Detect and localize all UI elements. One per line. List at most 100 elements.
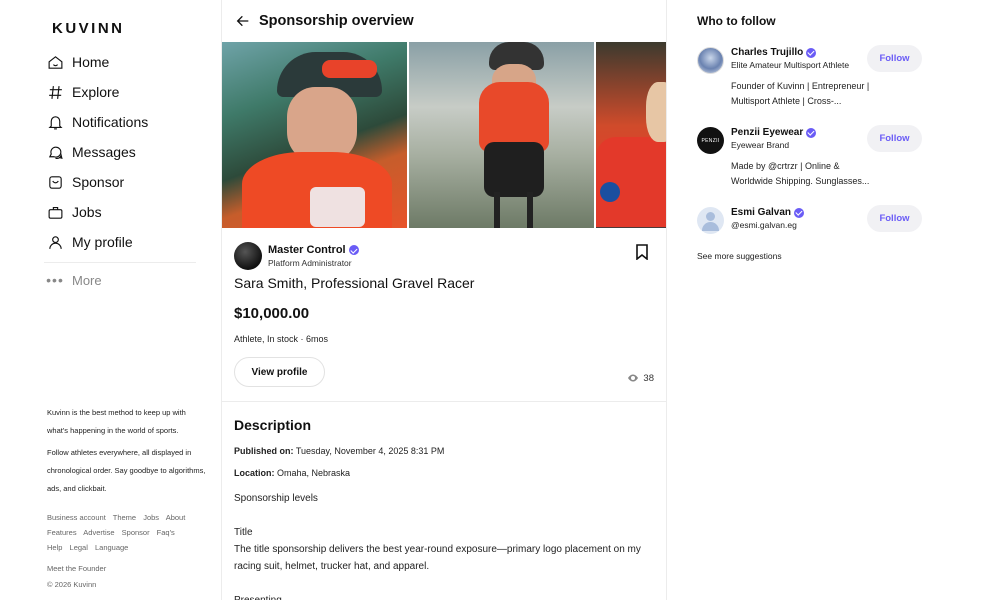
avatar[interactable]: [234, 242, 262, 270]
footer-extra: Meet the Founder © 2026 Kuvinn: [47, 561, 106, 593]
view-count-value: 38: [643, 372, 654, 384]
footer-link-language[interactable]: Language: [95, 543, 128, 552]
avatar[interactable]: PENZII: [697, 127, 724, 154]
home-icon: [44, 51, 66, 73]
top-bar: Sponsorship overview: [222, 0, 666, 42]
suggestion-name[interactable]: Charles Trujillo: [731, 47, 803, 58]
suggestion-name[interactable]: Penzii Eyewear: [731, 127, 803, 138]
avatar[interactable]: [697, 207, 724, 234]
about-text: Kuvinn is the best method to keep up wit…: [47, 404, 207, 502]
more-dots-icon: •••: [46, 272, 64, 288]
listing-meta: Athlete, In stock · 6mos: [234, 334, 329, 344]
see-more-suggestions-link[interactable]: See more suggestions: [697, 251, 782, 261]
follow-button[interactable]: Follow: [867, 45, 922, 72]
nav-label-home: Home: [72, 54, 110, 70]
view-count: 38: [627, 373, 654, 384]
verified-badge-icon: [806, 47, 817, 58]
suggestion-subtitle: @esmi.galvan.eg: [731, 220, 797, 230]
photo-gallery[interactable]: [222, 42, 666, 228]
poster-name-row: Master Control: [268, 244, 359, 256]
nav-item-jobs[interactable]: Jobs: [44, 197, 196, 227]
view-profile-button[interactable]: View profile: [234, 357, 325, 387]
footer-link-jobs[interactable]: Jobs: [143, 513, 159, 522]
listing-title: Sara Smith, Professional Gravel Racer: [234, 275, 475, 291]
bookmark-icon[interactable]: [635, 244, 649, 261]
nav-item-notifications[interactable]: Notifications: [44, 107, 196, 137]
sponsor-icon: [44, 171, 66, 193]
gallery-photo-3[interactable]: [596, 42, 666, 228]
nav-label-notifications: Notifications: [72, 114, 149, 130]
nav-item-my-profile[interactable]: My profile: [44, 227, 196, 257]
footer-link-sponsor[interactable]: Sponsor: [122, 528, 150, 537]
nav-label-more: More: [72, 272, 102, 288]
poster-info: Master Control Platform Administrator: [268, 244, 359, 268]
sponsorship-levels: Sponsorship levels: [234, 493, 318, 504]
briefcase-icon: [44, 201, 66, 223]
nav-item-explore[interactable]: Explore: [44, 77, 196, 107]
eye-icon: [628, 374, 639, 382]
bell-icon: [44, 111, 66, 133]
footer-link-business-account[interactable]: Business account: [47, 513, 106, 522]
footer-link-about[interactable]: About: [166, 513, 186, 522]
footer-link-help[interactable]: Help: [47, 543, 62, 552]
nav-label-messages: Messages: [72, 144, 136, 160]
suggestion-bio: Made by @crtrzr | Online & Worldwide Shi…: [731, 161, 870, 186]
left-sidebar: KUVINN Home Explore Notifications Messag…: [0, 0, 222, 600]
verified-badge-icon: [348, 245, 359, 255]
suggestion-name-row: Charles Trujillo: [731, 47, 881, 58]
poster-role: Platform Administrator: [268, 258, 352, 268]
nav-item-sponsor[interactable]: Sponsor: [44, 167, 196, 197]
follow-button[interactable]: Follow: [867, 205, 922, 232]
suggestion-name-row: Esmi Galvan: [731, 207, 881, 218]
suggestion-charles-trujillo: Charles Trujillo Elite Amateur Multispor…: [697, 45, 927, 117]
suggestion-penzii-eyewear: PENZII Penzii Eyewear Eyewear Brand Made…: [697, 125, 927, 197]
main-nav: Home Explore Notifications Messages Spon…: [44, 47, 196, 295]
nav-label-my-profile: My profile: [72, 234, 133, 250]
verified-badge-icon: [794, 207, 805, 218]
nav-label-sponsor: Sponsor: [72, 174, 125, 190]
suggestion-name[interactable]: Esmi Galvan: [731, 207, 791, 218]
avatar[interactable]: [697, 47, 724, 74]
price: $10,000.00: [234, 305, 310, 322]
tier-title: Title: [234, 527, 253, 538]
action-row: View profile 38: [222, 348, 666, 390]
user-icon: [44, 231, 66, 253]
kuvinn-logo[interactable]: KUVINN: [52, 20, 125, 37]
location-row: Location: Omaha, Nebraska: [234, 468, 654, 478]
tier-title-description: The title sponsorship delivers the best …: [234, 544, 641, 572]
suggestion-subtitle: Elite Amateur Multisport Athlete: [731, 60, 850, 70]
location-value: Omaha, Nebraska: [277, 468, 351, 478]
back-arrow-icon[interactable]: [235, 13, 251, 29]
footer-link-theme[interactable]: Theme: [113, 513, 136, 522]
gallery-photo-1[interactable]: [222, 42, 407, 228]
published-label: Published on:: [234, 446, 294, 456]
description-heading: Description: [234, 417, 312, 433]
nav-divider: [44, 262, 196, 263]
location-label: Location:: [234, 468, 275, 478]
suggestion-info: Penzii Eyewear Eyewear Brand Made by @cr…: [731, 127, 881, 189]
meet-founder-link[interactable]: Meet the Founder: [47, 561, 106, 577]
poster-name[interactable]: Master Control: [268, 244, 346, 256]
footer-link-faqs[interactable]: Faq's: [157, 528, 175, 537]
main-column: Sponsorship overview Master Control Plat…: [222, 0, 667, 600]
messages-icon: [44, 141, 66, 163]
who-to-follow-heading: Who to follow: [697, 14, 776, 28]
follow-button[interactable]: Follow: [867, 125, 922, 152]
suggestion-subtitle: Eyewear Brand: [731, 140, 790, 150]
nav-label-jobs: Jobs: [72, 204, 102, 220]
nav-item-home[interactable]: Home: [44, 47, 196, 77]
footer-link-advertise[interactable]: Advertise: [83, 528, 114, 537]
nav-item-messages[interactable]: Messages: [44, 137, 196, 167]
about-line-1: Kuvinn is the best method to keep up wit…: [47, 408, 186, 435]
copyright: © 2026 Kuvinn: [47, 580, 97, 589]
hashtag-icon: [44, 81, 66, 103]
published-row: Published on: Tuesday, November 4, 2025 …: [234, 446, 654, 456]
footer-link-features[interactable]: Features: [47, 528, 77, 537]
footer-link-legal[interactable]: Legal: [70, 543, 88, 552]
suggestion-info: Esmi Galvan @esmi.galvan.eg: [731, 207, 881, 230]
about-line-2: Follow athletes everywhere, all displaye…: [47, 448, 206, 493]
page-title: Sponsorship overview: [259, 13, 414, 29]
suggestion-bio: Founder of Kuvinn | Entrepreneur | Multi…: [731, 81, 870, 106]
gallery-photo-2[interactable]: [409, 42, 594, 228]
nav-item-more[interactable]: ••• More: [44, 265, 196, 295]
